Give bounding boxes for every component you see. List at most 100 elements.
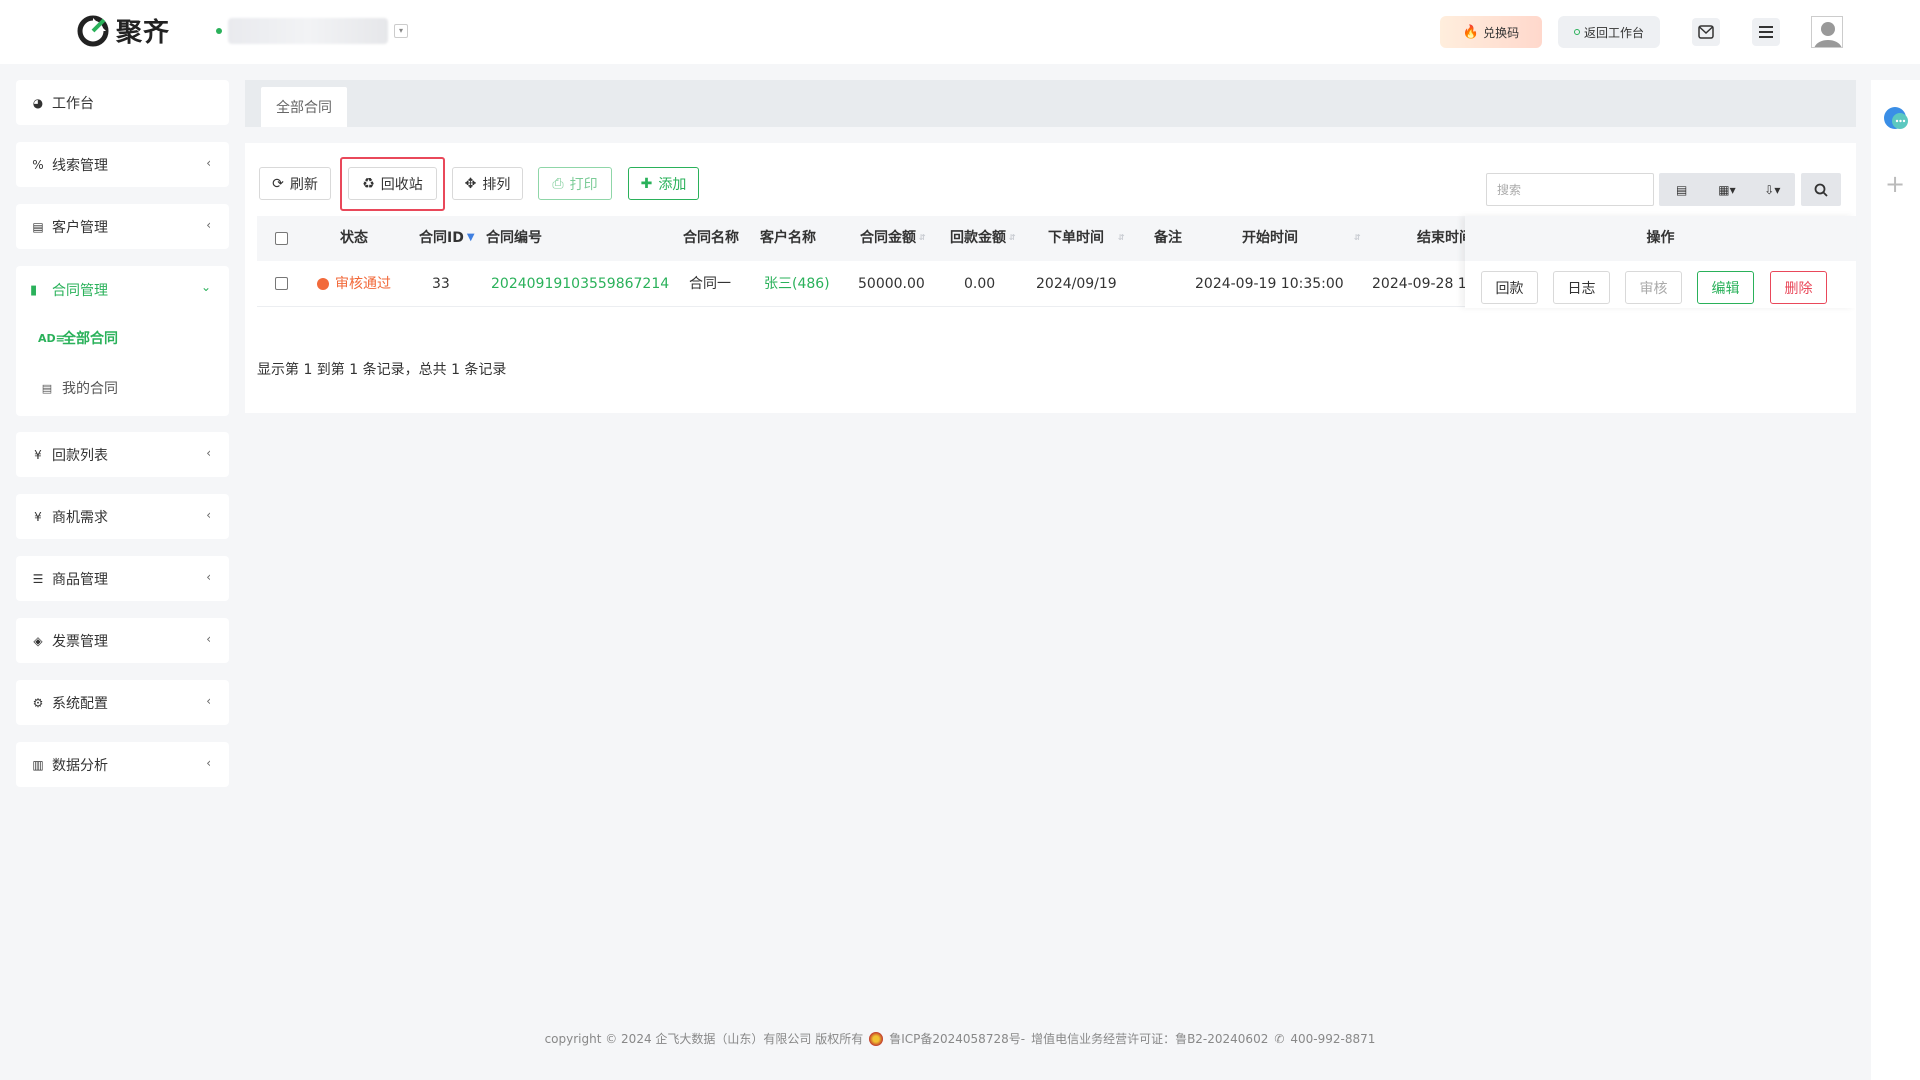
sidebar-item-workbench[interactable]: ◕ 工作台 <box>16 80 229 125</box>
redeem-code-button[interactable]: 🔥 兑换码 <box>1440 16 1542 48</box>
refresh-button[interactable]: ⟳ 刷新 <box>259 167 331 200</box>
chat-icon[interactable] <box>1881 104 1911 134</box>
cell-customer-link[interactable]: 张三(486) <box>764 261 830 307</box>
list-view-icon[interactable]: ▤ <box>1659 173 1704 206</box>
log-button[interactable]: 日志 <box>1553 271 1610 304</box>
review-button[interactable]: 审核 <box>1625 271 1682 304</box>
col-customer: 客户名称 <box>760 230 816 246</box>
print-icon: ⎙ <box>552 175 564 192</box>
delete-button[interactable]: 删除 <box>1770 271 1827 304</box>
col-remark: 备注 <box>1154 230 1182 246</box>
sidebar-item-contracts[interactable]: ▮ 合同管理 <box>30 280 108 300</box>
payment-button[interactable]: 回款 <box>1481 271 1538 304</box>
search-input[interactable] <box>1486 173 1654 206</box>
status-text: 审核通过 <box>335 276 391 292</box>
col-status: 状态 <box>340 230 368 246</box>
plus-icon: ✚ <box>640 175 653 192</box>
phone-text: 400-992-8871 <box>1290 1031 1376 1046</box>
cell-id: 33 <box>432 276 450 292</box>
cell-end-time: 2024-09-28 1 <box>1372 276 1467 292</box>
sidebar-item-label: 商品管理 <box>52 571 108 588</box>
arrange-label: 排列 <box>482 176 511 193</box>
gears-icon: ⚙ <box>32 695 44 710</box>
sidebar-item-label: 合同管理 <box>52 283 108 299</box>
col-id-label: 合同ID <box>419 230 464 246</box>
sidebar-subitem-my-contracts[interactable]: ▤ 我的合同 <box>38 378 118 398</box>
brand-logo[interactable]: 聚齐 <box>76 12 170 49</box>
yen-icon: ¥ <box>34 509 42 524</box>
logo-icon <box>77 15 109 46</box>
sidebar-item-customers[interactable]: ▤ 客户管理 ‹ <box>16 204 229 249</box>
top-header: 聚齐 ▾ 🔥 兑换码 返回工作台 <box>0 0 1920 64</box>
col-name: 合同名称 <box>683 230 739 246</box>
back-label: 返回工作台 <box>1583 25 1644 40</box>
footer: copyright © 2024 企飞大数据（山东）有限公司 版权所有 鲁ICP… <box>0 1030 1920 1047</box>
row-checkbox[interactable] <box>275 277 288 290</box>
sidebar-item-invoices[interactable]: ◈ 发票管理 ‹ <box>16 618 229 663</box>
export-icon[interactable]: ⇩▾ <box>1750 173 1795 206</box>
arrange-button[interactable]: ✥ 排列 <box>452 167 523 200</box>
sidebar-item-opportunities[interactable]: ¥ 商机需求 ‹ <box>16 494 229 539</box>
license-text: 增值电信业务经营许可证：鲁B2-20240602 <box>1031 1032 1269 1046</box>
recycle-label: 回收站 <box>380 176 423 193</box>
cell-amount: 50000.00 <box>858 276 925 292</box>
chevron-left-icon: ‹ <box>206 508 211 522</box>
right-rail: + <box>1871 80 1920 1080</box>
sort-icon: ⇵ <box>1354 233 1361 242</box>
col-amount[interactable]: 合同金额 ⇵ <box>860 216 926 261</box>
cell-contract-name: 合同一 <box>689 276 731 292</box>
print-button[interactable]: ⎙ 打印 <box>538 167 612 200</box>
menu-icon[interactable] <box>1752 18 1780 46</box>
tab-all-contracts[interactable]: 全部合同 <box>261 87 347 127</box>
tabs-bar: 全部合同 <box>245 80 1856 127</box>
edit-button[interactable]: 编辑 <box>1697 271 1754 304</box>
actions-column: 操作 回款 日志 审核 编辑 删除 <box>1465 216 1856 308</box>
plus-icon[interactable]: + <box>1885 172 1905 196</box>
sidebar-item-payments[interactable]: ¥ 回款列表 ‹ <box>16 432 229 477</box>
sidebar-item-label: 商机需求 <box>52 509 108 526</box>
sidebar-subitem-label: 我的合同 <box>62 381 118 397</box>
cell-paid: 0.00 <box>964 276 996 292</box>
col-order-date[interactable]: 下单时间 ⇵ <box>1048 216 1125 261</box>
col-paid[interactable]: 回款金额 ⇵ <box>950 216 1016 261</box>
refresh-icon: ⟳ <box>272 175 284 192</box>
caret-down-icon[interactable]: ▾ <box>394 24 408 38</box>
sidebar-item-analytics[interactable]: ▥ 数据分析 ‹ <box>16 742 229 787</box>
sidebar-item-label: 发票管理 <box>52 633 108 650</box>
col-id[interactable]: 合同ID ▼ <box>419 216 475 261</box>
cell-order-date: 2024/09/19 <box>1036 276 1117 292</box>
tag-icon: ◈ <box>33 633 43 648</box>
sidebar-item-leads[interactable]: % 线索管理 ‹ <box>16 142 229 187</box>
print-label: 打印 <box>569 176 598 193</box>
add-label: 添加 <box>658 176 687 193</box>
sort-icon: ⇵ <box>1009 233 1016 242</box>
back-to-workbench-button[interactable]: 返回工作台 <box>1558 16 1660 48</box>
columns-icon[interactable]: ▦▾ <box>1704 173 1749 206</box>
sidebar-item-settings[interactable]: ⚙ 系统配置 ‹ <box>16 680 229 725</box>
select-all-checkbox[interactable] <box>275 232 288 245</box>
col-start[interactable]: 开始时间 ⇵ <box>1242 216 1361 261</box>
chevron-left-icon: ‹ <box>206 694 211 708</box>
yen-icon: ¥ <box>34 447 42 462</box>
search-button[interactable] <box>1801 173 1841 206</box>
sidebar-item-label: 系统配置 <box>52 695 108 712</box>
sidebar-subitem-all-contracts[interactable]: AD≡ 全部合同 <box>38 328 118 348</box>
mail-icon[interactable] <box>1692 18 1720 46</box>
avatar[interactable] <box>1811 16 1843 48</box>
pagination-info: 显示第 1 到第 1 条记录，总共 1 条记录 <box>257 362 507 378</box>
police-badge-icon <box>869 1031 884 1046</box>
recycle-bin-button[interactable]: ♻ 回收站 <box>348 167 437 200</box>
sidebar-item-products[interactable]: ☰ 商品管理 ‹ <box>16 556 229 601</box>
ad-icon: AD≡ <box>38 331 65 345</box>
icp-link[interactable]: 鲁ICP备2024058728号- <box>889 1030 1025 1047</box>
add-button[interactable]: ✚ 添加 <box>628 167 699 200</box>
chevron-left-icon: ‹ <box>206 756 211 770</box>
sidebar-item-label: 线索管理 <box>52 157 108 174</box>
list-icon: ☰ <box>32 571 44 586</box>
org-switcher[interactable]: ▾ <box>216 18 408 44</box>
fire-icon: 🔥 <box>1462 24 1480 40</box>
cell-contract-number-link[interactable]: 20240919103559867214 <box>491 261 669 307</box>
sidebar-item-label: 回款列表 <box>52 447 108 464</box>
dashboard-icon: ◕ <box>32 95 44 110</box>
chevron-down-icon: ⌄ <box>200 280 211 294</box>
